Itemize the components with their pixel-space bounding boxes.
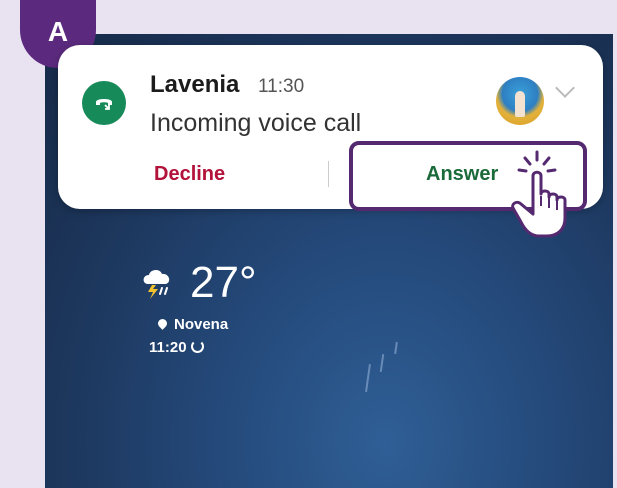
notification-time: 11:30: [258, 76, 305, 97]
temperature: 27°: [190, 258, 257, 307]
tutorial-frame: A Lavenia 11:30 Incoming voice call Decl…: [0, 0, 617, 488]
refresh-icon[interactable]: [190, 340, 204, 353]
decline-button[interactable]: Decline: [154, 163, 225, 186]
thunderstorm-icon: [143, 269, 170, 299]
updated-time: 11:20: [149, 339, 187, 356]
call-subtitle: Incoming voice call: [150, 109, 362, 137]
wallpaper-streak: [379, 353, 385, 373]
location-name: Novena: [174, 316, 229, 333]
wallpaper-streak: [365, 363, 371, 393]
chevron-down-icon[interactable]: [555, 78, 575, 98]
location-pin-icon: [156, 317, 169, 330]
answer-button[interactable]: Answer: [426, 163, 498, 186]
tap-hand-icon: [511, 150, 567, 238]
button-divider: [328, 161, 329, 187]
weather-updated: 11:20: [149, 339, 204, 356]
caller-avatar: [496, 77, 544, 125]
phone-call-icon: [82, 81, 126, 125]
caller-name: Lavenia: [150, 71, 240, 98]
step-badge-label: A: [47, 16, 69, 47]
weather-location: Novena: [156, 316, 229, 333]
wallpaper-streak: [394, 341, 398, 355]
